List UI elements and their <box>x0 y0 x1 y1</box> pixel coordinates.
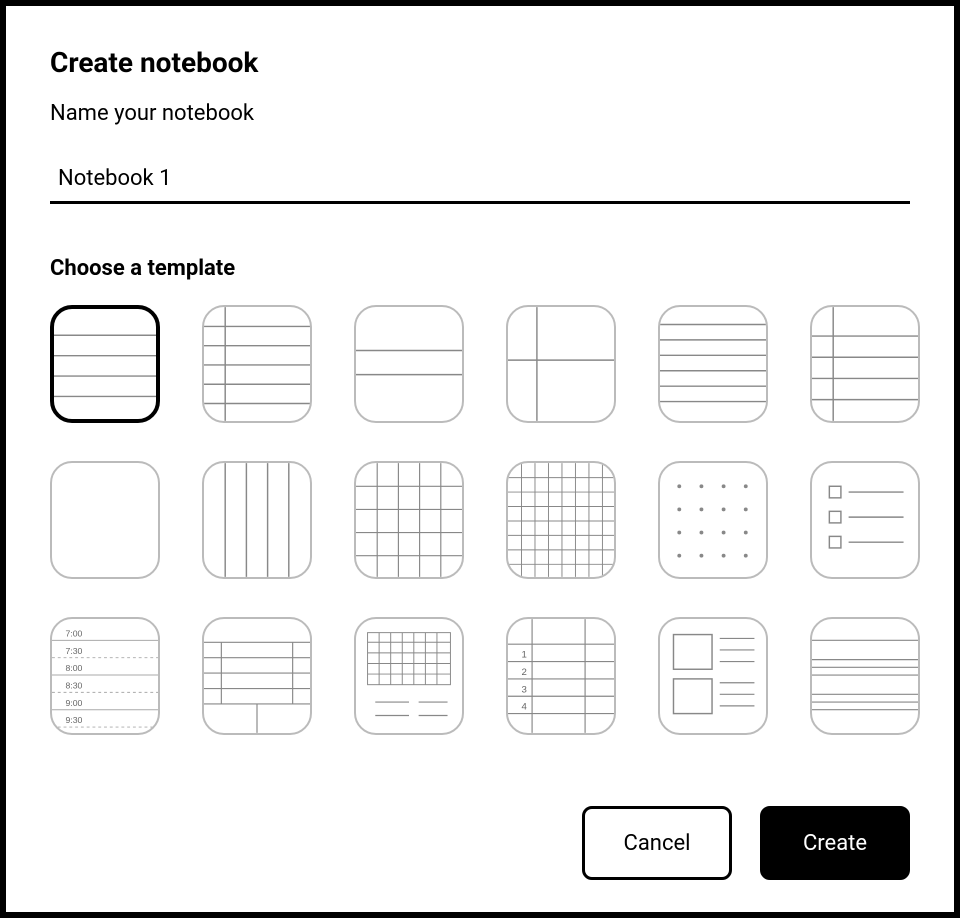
cancel-button[interactable]: Cancel <box>582 806 732 880</box>
svg-text:9:00: 9:00 <box>65 698 82 708</box>
dialog-actions: Cancel Create <box>50 806 910 880</box>
svg-text:8:00: 8:00 <box>65 663 82 673</box>
template-grid-large[interactable] <box>354 461 464 579</box>
name-input-row <box>50 166 910 204</box>
template-split-vertical[interactable] <box>506 305 616 423</box>
svg-text:8:30: 8:30 <box>65 681 82 691</box>
svg-text:9:30: 9:30 <box>65 715 82 725</box>
template-section-title: Choose a template <box>50 256 910 281</box>
dialog-title: Create notebook <box>50 46 910 79</box>
svg-text:3: 3 <box>521 684 526 695</box>
name-field-label: Name your notebook <box>50 101 910 126</box>
template-blank[interactable] <box>50 461 160 579</box>
template-numbered-list[interactable]: 1 2 3 4 <box>506 617 616 735</box>
svg-text:7:00: 7:00 <box>65 628 82 638</box>
template-checklist[interactable] <box>810 461 920 579</box>
template-split-header[interactable] <box>354 305 464 423</box>
template-cornell-notes[interactable] <box>658 617 768 735</box>
template-columns[interactable] <box>202 461 312 579</box>
notebook-name-input[interactable] <box>58 166 910 191</box>
template-grid-small[interactable] <box>506 461 616 579</box>
template-lined-margin-top[interactable] <box>810 305 920 423</box>
template-lined-group[interactable] <box>810 617 920 735</box>
template-schedule[interactable]: 7:00 7:30 8:00 8:30 9:00 9:30 <box>50 617 160 735</box>
template-table-split[interactable] <box>202 617 312 735</box>
svg-text:7:30: 7:30 <box>65 646 82 656</box>
svg-text:4: 4 <box>521 702 527 713</box>
svg-text:2: 2 <box>521 667 526 678</box>
svg-text:1: 1 <box>521 650 526 661</box>
template-lined-wide[interactable] <box>50 305 160 423</box>
template-grid: 7:00 7:30 8:00 8:30 9:00 9:30 <box>50 305 910 735</box>
template-lined-margin-left[interactable] <box>202 305 312 423</box>
create-notebook-dialog: Create notebook Name your notebook Choos… <box>0 0 960 918</box>
create-button[interactable]: Create <box>760 806 910 880</box>
template-lined-dense[interactable] <box>658 305 768 423</box>
template-dot-grid[interactable] <box>658 461 768 579</box>
template-calendar-month[interactable] <box>354 617 464 735</box>
